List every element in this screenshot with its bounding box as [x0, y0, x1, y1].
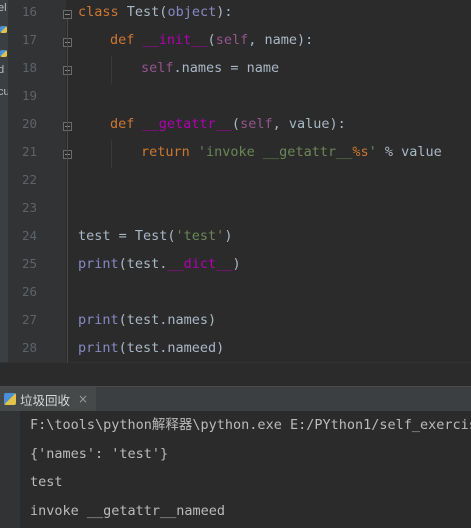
- python-file-icon[interactable]: [0, 26, 7, 33]
- python-run-icon: [4, 393, 16, 405]
- code-line: class Test(object):: [78, 0, 232, 26]
- indent-guide: [111, 140, 112, 168]
- code-token: __init__: [142, 32, 208, 48]
- console-line: F:\tools\python解释器\python.exe E:/PYthon1…: [30, 417, 471, 433]
- code-token: (test.nameed): [118, 340, 225, 356]
- run-toolbar: 垃圾回收 ×: [0, 386, 471, 411]
- code-line: def __getattr__(self, value):: [110, 110, 346, 138]
- code-line: test = Test('test'): [78, 222, 232, 250]
- python-file-icon[interactable]: [0, 50, 7, 57]
- code-token: ': [368, 144, 377, 160]
- code-token: ): [232, 256, 241, 272]
- code-token: % value: [376, 144, 442, 160]
- project-sidebar: el d cu: [0, 0, 8, 362]
- code-token: 'test': [175, 228, 225, 244]
- line-number-gutter: 16 17 18 19 20 21 22 23 24 25 26 27 28: [8, 0, 72, 362]
- code-token: self: [240, 116, 273, 132]
- code-token: def: [110, 32, 143, 48]
- code-line: print(test.nameed): [78, 334, 224, 362]
- code-token: self: [215, 32, 249, 48]
- code-token: return: [141, 144, 198, 160]
- close-icon[interactable]: ×: [78, 392, 88, 406]
- code-token: (: [207, 32, 216, 48]
- line-number: 17: [21, 32, 37, 47]
- code-token: object: [167, 4, 217, 20]
- code-line: print(test.names): [78, 306, 216, 334]
- code-token: ):: [216, 4, 233, 20]
- console-line: invoke __getattr__nameed: [30, 503, 226, 519]
- line-number: 23: [21, 200, 37, 215]
- code-token: print: [78, 340, 119, 356]
- line-number: 25: [21, 256, 37, 271]
- line-number: 20: [21, 116, 37, 131]
- code-token: 'invoke __getattr__: [197, 144, 353, 160]
- code-line: self.names = name: [141, 54, 279, 82]
- console-line: test: [30, 474, 63, 490]
- line-number: 22: [21, 172, 37, 187]
- code-token: __getattr__: [142, 116, 232, 132]
- code-line: print(test.__dict__): [78, 250, 241, 278]
- code-token: Test: [126, 4, 160, 20]
- code-line: return 'invoke __getattr__%s' % value: [141, 138, 442, 166]
- run-tab[interactable]: 垃圾回收 ×: [0, 387, 97, 411]
- line-number: 27: [21, 312, 37, 327]
- line-number: 19: [21, 88, 37, 103]
- code-token: ): [224, 228, 233, 244]
- run-console[interactable]: F:\tools\python解释器\python.exe E:/PYthon1…: [0, 411, 471, 528]
- line-number: 16: [21, 4, 37, 19]
- code-token: , value):: [272, 116, 346, 132]
- sidebar-label-1: el: [0, 2, 7, 14]
- code-editor[interactable]: class Test(object): def __init__(self, na…: [66, 0, 471, 362]
- console-line: {'names': 'test'}: [30, 446, 169, 462]
- line-number: 18: [21, 60, 37, 75]
- indent-guide: [111, 56, 112, 84]
- code-token: (test.: [118, 256, 168, 272]
- line-number: 28: [21, 340, 37, 355]
- line-number: 26: [21, 284, 37, 299]
- console-toolbar-strip: [0, 411, 20, 528]
- code-token: test = Test(: [78, 228, 176, 244]
- code-token: __dict__: [167, 256, 233, 272]
- code-token: class: [78, 4, 127, 20]
- code-token: print: [78, 312, 119, 328]
- code-token: def: [110, 116, 143, 132]
- code-line: def __init__(self, name):: [110, 26, 313, 54]
- run-tab-title: 垃圾回收: [20, 392, 71, 408]
- code-token: (test.names): [118, 312, 217, 328]
- line-number: 21: [21, 144, 37, 159]
- code-token: , name):: [248, 32, 314, 48]
- code-token: (: [231, 116, 241, 132]
- code-token: %s: [352, 144, 369, 160]
- code-token: print: [78, 256, 119, 272]
- sidebar-label-2: d: [0, 64, 5, 76]
- line-number: 24: [21, 228, 37, 243]
- code-token: .names = name: [173, 60, 280, 76]
- code-token: self: [141, 60, 174, 76]
- editor-bottom-area: [0, 362, 471, 387]
- sidebar-label-3: cu: [0, 86, 8, 98]
